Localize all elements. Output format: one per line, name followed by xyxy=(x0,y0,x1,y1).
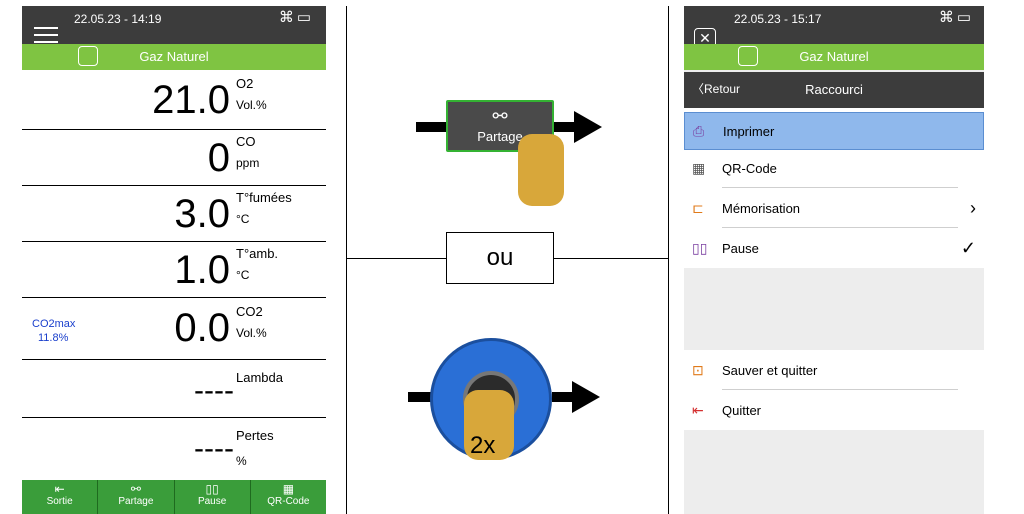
shortcut-menu: ⎙ Imprimer ▦ QR-Code ⊏ Mémorisation › ▯▯… xyxy=(684,108,984,268)
menu-item-label: Mémorisation xyxy=(722,201,801,216)
menu-item-label: Imprimer xyxy=(723,124,775,139)
reading-row-co2: CO2max 11.8% 0.0 CO2 Vol.% xyxy=(22,298,326,360)
save-icon: ⊏ xyxy=(692,200,704,216)
reading-label: Lambda xyxy=(236,370,283,385)
nav-title: Raccourci xyxy=(805,82,863,97)
menu-item-label: Sauver et quitter xyxy=(722,363,818,378)
bottom-action-bar: ⇤ Sortie ⚯ Partage ▯▯ Pause ▦ QR-Code xyxy=(22,480,326,514)
button-label: Sortie xyxy=(46,496,73,507)
co2max-value: 11.8% xyxy=(38,332,69,344)
exit-icon: ⇤ xyxy=(692,402,704,418)
reading-value: 3.0 xyxy=(174,192,230,236)
arrow-shaft xyxy=(552,392,574,402)
pause-icon: ▯▯ xyxy=(692,240,708,256)
battery-icon: ▭ xyxy=(956,9,974,26)
menu-item-imprimer[interactable]: ⎙ Imprimer xyxy=(684,112,984,150)
pause-button[interactable]: ▯▯ Pause xyxy=(175,480,251,514)
menu-item-sauver-et-quitter[interactable]: ⊡ Sauver et quitter xyxy=(684,352,984,390)
menu-item-label: Quitter xyxy=(722,403,762,418)
menu-item-quitter[interactable]: ⇤ Quitter xyxy=(684,392,984,430)
status-icons: ⌘▭ xyxy=(279,8,314,26)
qr-code-icon: ▦ xyxy=(692,160,706,176)
page-title: Gaz Naturel xyxy=(139,49,209,64)
reading-unit: °C xyxy=(236,268,250,282)
reading-label: Pertes xyxy=(236,428,274,443)
bluetooth-icon: ⌘ xyxy=(938,9,957,26)
reading-row-pertes: ---- Pertes % xyxy=(22,418,326,476)
reading-label: CO2 xyxy=(236,304,263,319)
arrow-shaft xyxy=(554,122,576,132)
instruction-middle: ⚯ Partage ou 2x xyxy=(346,0,668,514)
double-press-label: 2x xyxy=(470,432,496,459)
co2max-label: CO2max xyxy=(32,318,76,330)
button-label: QR-Code xyxy=(267,496,310,507)
status-datetime: 22.05.23 - 15:17 xyxy=(734,12,822,26)
share-icon: ⚯ xyxy=(492,106,508,126)
battery-icon: ▭ xyxy=(296,9,314,26)
save-exit-icon: ⊡ xyxy=(692,362,704,378)
arrow-right-icon xyxy=(572,381,600,413)
divider-right xyxy=(668,6,669,514)
instruction-figure: 22.05.23 - 14:19 ⌘▭ Gaz Naturel 21.0 O2 … xyxy=(0,0,1024,514)
reading-value: ---- xyxy=(194,374,234,407)
reading-row-co: 0 CO ppm xyxy=(22,130,326,186)
button-label: Pause xyxy=(197,496,227,507)
reading-unit: Vol.% xyxy=(236,98,267,112)
reading-row-tfumees: 3.0 T°fumées °C xyxy=(22,186,326,242)
pause-icon: ▯▯ xyxy=(205,482,219,496)
printer-icon: ⎙ xyxy=(693,123,705,139)
menu-item-memorisation[interactable]: ⊏ Mémorisation › xyxy=(684,190,984,228)
reading-unit: ppm xyxy=(236,156,260,170)
reading-value: 0.0 xyxy=(174,306,230,350)
exit-menu: ⊡ Sauver et quitter ⇤ Quitter xyxy=(684,350,984,430)
status-datetime: 22.05.23 - 14:19 xyxy=(74,12,162,26)
exit-icon: ⇤ xyxy=(54,482,65,496)
reading-label: T°amb. xyxy=(236,246,279,261)
separator-right xyxy=(554,258,668,259)
reading-value: ---- xyxy=(194,432,234,465)
reading-unit: % xyxy=(236,454,247,468)
separator-left xyxy=(346,258,446,259)
reading-row-tamb: 1.0 T°amb. °C xyxy=(22,242,326,298)
bluetooth-icon: ⌘ xyxy=(278,9,297,26)
title-bar: Gaz Naturel xyxy=(22,44,326,70)
or-label-box: ou xyxy=(446,232,554,284)
left-phone-screen: 22.05.23 - 14:19 ⌘▭ Gaz Naturel 21.0 O2 … xyxy=(22,6,326,514)
pointing-hand-icon xyxy=(518,134,564,206)
reading-row-lambda: ---- Lambda xyxy=(22,360,326,418)
reading-row-o2: 21.0 O2 Vol.% xyxy=(22,70,326,130)
partage-button[interactable]: ⚯ Partage xyxy=(98,480,175,514)
arrow-shaft xyxy=(416,122,446,132)
reading-unit: Vol.% xyxy=(236,326,267,340)
menu-item-pause[interactable]: ▯▯ Pause ✓ xyxy=(684,230,984,268)
arrow-right-icon xyxy=(574,111,602,143)
reading-label: O2 xyxy=(236,76,254,91)
reading-value: 21.0 xyxy=(152,78,230,122)
qr-code-button[interactable]: ▦ QR-Code xyxy=(251,480,326,514)
status-icons: ⌘▭ xyxy=(939,8,974,26)
sortie-button[interactable]: ⇤ Sortie xyxy=(22,480,99,514)
reading-value: 0 xyxy=(207,136,230,180)
button-label: Partage xyxy=(118,496,154,507)
reading-label: CO xyxy=(236,134,256,149)
menu-item-label: Pause xyxy=(722,241,759,256)
qr-code-icon: ▦ xyxy=(282,482,295,496)
check-circle-icon: ✓ xyxy=(960,238,976,258)
reading-value: 1.0 xyxy=(174,248,230,292)
title-bar: Gaz Naturel xyxy=(684,44,984,70)
page-title: Gaz Naturel xyxy=(799,49,869,64)
reading-unit: °C xyxy=(236,212,250,226)
right-phone-screen: ✕ 22.05.23 - 15:17 ⌘▭ Gaz Naturel 〈Retou… xyxy=(684,6,984,514)
menu-item-qr-code[interactable]: ▦ QR-Code xyxy=(684,150,984,188)
nav-bar: 〈Retour Raccourci xyxy=(684,72,984,108)
reading-label: T°fumées xyxy=(236,190,292,205)
chevron-right-icon: › xyxy=(970,198,976,218)
menu-item-label: QR-Code xyxy=(722,161,777,176)
share-icon: ⚯ xyxy=(130,482,141,496)
